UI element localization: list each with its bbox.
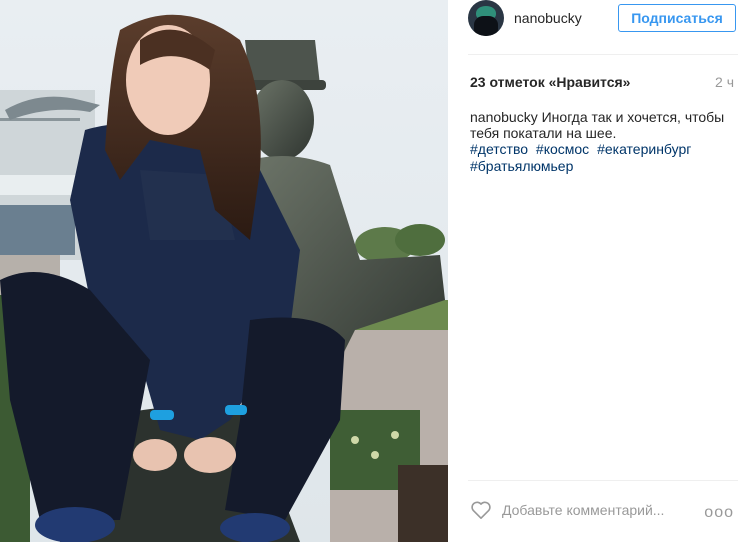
likes-count[interactable]: 23 отметок «Нравится» [470,74,630,90]
hashtag-link[interactable]: #екатеринбург [597,141,691,157]
post-sidebar: nanobucky Подписаться 23 отметок «Нравит… [448,0,740,542]
avatar[interactable] [468,0,504,36]
caption: nanobucky Иногда так и хочется, чтобы те… [470,109,732,141]
more-options-icon[interactable]: ooo [704,504,734,522]
post-time[interactable]: 2 ч [715,74,734,90]
post-photo[interactable] [0,0,448,542]
comment-input[interactable]: Добавьте комментарий... [502,502,664,518]
comment-bar: Добавьте комментарий... ooo [468,494,738,530]
post-header: nanobucky Подписаться [468,0,736,40]
caption-username[interactable]: nanobucky [470,109,538,125]
hashtag-link[interactable]: #космос [536,141,589,157]
comment-divider [468,480,738,481]
photo-image [0,0,448,542]
hashtag-link[interactable]: #детство [470,141,528,157]
hashtags: #детство #космос #екатеринбург #братьялю… [470,141,732,175]
follow-button[interactable]: Подписаться [618,4,736,32]
heart-icon[interactable] [470,500,492,525]
hashtag-link[interactable]: #братьялюмьер [470,158,573,174]
header-divider [468,54,738,55]
username-link[interactable]: nanobucky [514,10,582,26]
